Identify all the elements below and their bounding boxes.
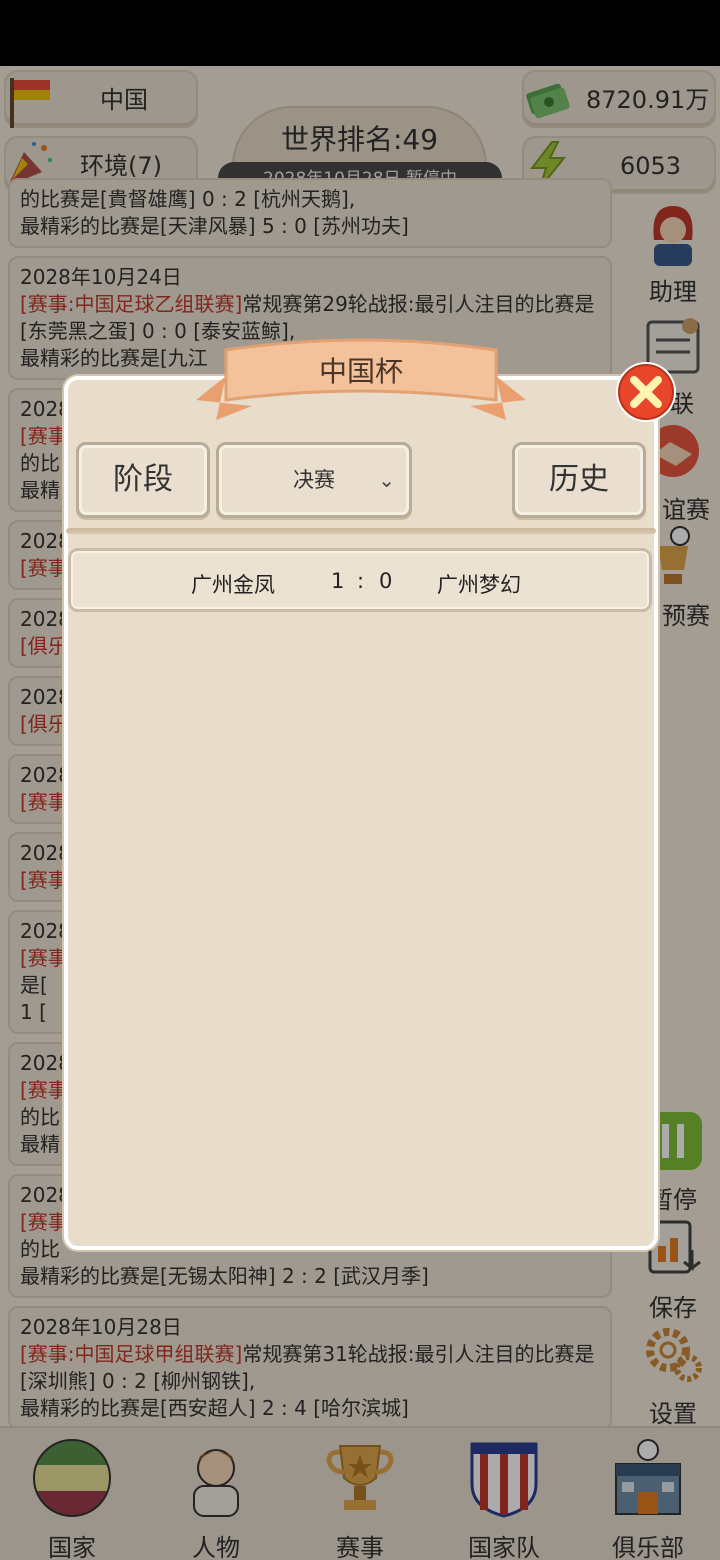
home-score: 1: [331, 569, 345, 593]
history-button[interactable]: 历史: [512, 442, 646, 518]
chevron-down-icon: ⌄: [378, 468, 395, 492]
score-separator: :: [357, 569, 365, 593]
away-team: 广州梦幻: [437, 573, 521, 597]
close-button[interactable]: [613, 359, 679, 425]
dialog-title: 中国杯: [318, 355, 403, 388]
away-score: 0: [379, 569, 393, 593]
match-row[interactable]: 广州金凤 1 : 0 广州梦幻: [68, 548, 652, 612]
home-team: 广州金凤: [191, 573, 275, 597]
dialog-divider: [66, 528, 656, 534]
stage-button[interactable]: 阶段: [76, 442, 210, 518]
stage-select[interactable]: 决赛 ⌄: [216, 442, 412, 518]
stage-select-value: 决赛: [293, 468, 335, 492]
